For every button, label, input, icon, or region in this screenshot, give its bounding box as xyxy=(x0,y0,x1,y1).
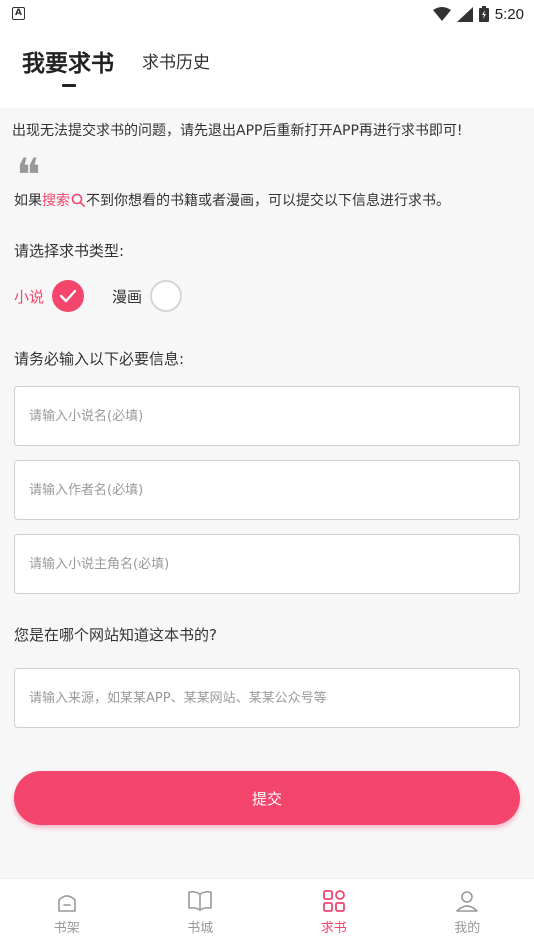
nav-item-bookstore[interactable]: 书城 xyxy=(134,879,268,950)
protagonist-name-field[interactable] xyxy=(14,534,520,594)
search-icon xyxy=(71,193,85,207)
user-icon xyxy=(456,891,479,912)
author-name-field[interactable] xyxy=(14,460,520,520)
protagonist-name-input[interactable] xyxy=(15,535,519,593)
search-link[interactable]: 搜索 xyxy=(42,190,70,210)
type-label: 请选择求书类型: xyxy=(14,242,125,260)
tab-request-history[interactable]: 求书历史 xyxy=(142,48,210,73)
nav-label: 求书 xyxy=(320,921,347,936)
nav-item-bookshelf[interactable]: 书架 xyxy=(0,879,134,950)
tab-request-book[interactable]: 我要求书 xyxy=(22,44,114,78)
wifi-icon xyxy=(432,7,451,21)
intro-suffix: 不到你想看的书籍或者漫画，可以提交以下信息进行求书。 xyxy=(86,193,450,209)
active-tab-indicator xyxy=(62,84,76,87)
intro-text: 如果 搜索 不到你想看的书籍或者漫画，可以提交以下信息进行求书。 xyxy=(14,190,450,210)
required-info-label: 请务必输入以下必要信息: xyxy=(14,350,185,368)
source-input[interactable] xyxy=(15,669,519,727)
source-field[interactable] xyxy=(14,668,520,728)
intro-prefix: 如果 xyxy=(14,193,42,209)
option-novel-label[interactable]: 小说 xyxy=(14,286,44,307)
status-bar: A 5:20 xyxy=(0,0,534,28)
open-book-icon xyxy=(188,890,213,911)
nav-item-request-book[interactable]: 求书 xyxy=(267,879,401,950)
request-form: 出现无法提交求书的问题，请先退出APP后重新打开APP再进行求书即可! ❝ 如果… xyxy=(0,108,534,878)
nav-label: 书城 xyxy=(187,921,214,936)
option-comic-radio[interactable] xyxy=(150,280,183,312)
status-icons: 5:20 xyxy=(432,4,524,24)
notification-icon: A xyxy=(12,7,25,20)
author-name-input[interactable] xyxy=(15,461,519,519)
clock: 5:20 xyxy=(494,5,524,23)
signal-icon xyxy=(456,6,473,22)
book-type-selector: 小说 漫画 xyxy=(14,280,183,312)
checkmark-icon xyxy=(59,289,77,303)
battery-icon xyxy=(478,6,489,22)
source-label: 您是在哪个网站知道这本书的? xyxy=(14,626,217,644)
header: 我要求书 求书历史 xyxy=(0,28,534,108)
nav-item-profile[interactable]: 我的 xyxy=(401,879,534,950)
novel-name-field[interactable] xyxy=(14,386,520,446)
notice-text: 出现无法提交求书的问题，请先退出APP后重新打开APP再进行求书即可! xyxy=(12,123,463,139)
option-comic-label[interactable]: 漫画 xyxy=(112,286,142,307)
grid-icon xyxy=(322,890,345,912)
bottom-nav: 书架 书城 求书 我的 xyxy=(0,878,534,950)
nav-label: 书架 xyxy=(53,921,80,936)
option-novel-radio[interactable] xyxy=(52,280,85,312)
novel-name-input[interactable] xyxy=(15,387,519,445)
nav-label: 我的 xyxy=(454,921,481,936)
bookshelf-icon xyxy=(57,895,76,912)
submit-button[interactable]: 提交 xyxy=(14,771,520,825)
